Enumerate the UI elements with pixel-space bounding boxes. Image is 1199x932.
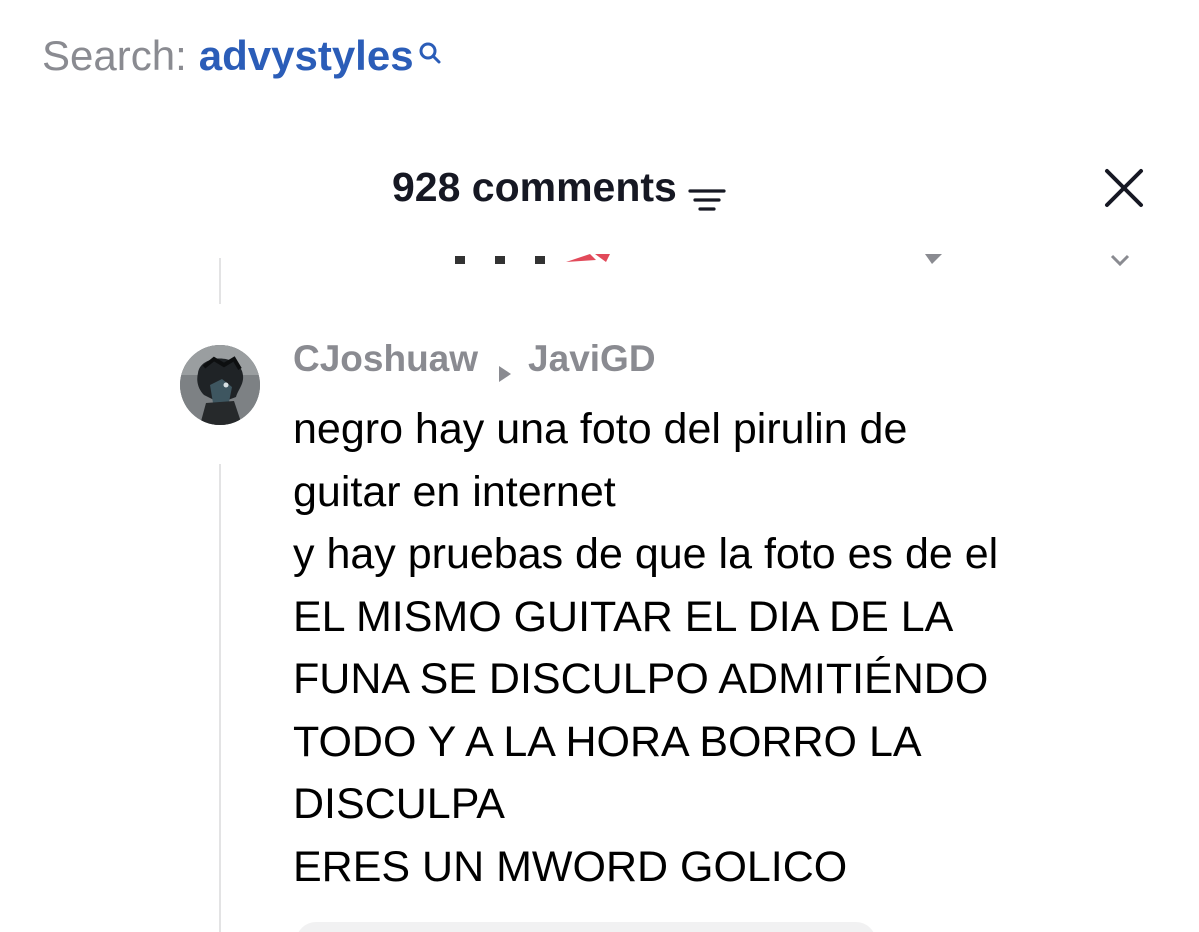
avatar[interactable] [180,345,260,425]
reply-author[interactable]: CJoshuaw [293,336,478,382]
close-icon [1105,169,1143,207]
clipped-content [455,254,1130,266]
close-button[interactable] [1100,164,1148,212]
reply-meta: CJoshuaw JaviGD [293,336,656,382]
clipped-action-pill[interactable] [296,922,876,932]
thread-line [219,464,221,932]
reply-to-user[interactable]: JaviGD [528,336,656,382]
previous-comment-clipped [0,232,1199,266]
comments-count-title[interactable]: 928 comments [392,160,727,214]
sort-filter-icon[interactable] [687,174,727,211]
search-suggestion[interactable]: Search: advystyles [42,30,446,82]
reply-text-line: TODO Y A LA HORA BORRO LA [293,717,922,766]
reply-text-line: EL MISMO GUITAR EL DIA DE LA [293,592,954,641]
search-term-link[interactable]: advystyles [199,30,414,82]
search-label: Search: [42,32,187,79]
reply-arrow-icon [496,349,514,382]
search-icon[interactable] [416,30,446,64]
comments-panel: Search: advystyles 928 comments CJoshuaw… [0,0,1199,932]
reply-text: negro hay una foto del pirulin de guitar… [293,398,1193,898]
reply-text-line: negro hay una foto del pirulin de [293,405,908,453]
reply-text-line: ERES UN MWORD GOLICO [293,842,848,891]
thread-line [219,258,221,304]
comments-count-label: 928 comments [392,164,677,210]
reply-text-line: DISCULPA [293,780,505,828]
reply-text-line: FUNA SE DISCULPO ADMITIÉNDO [293,655,989,703]
reply-text-line: guitar en internet [293,467,616,516]
comments-header: 928 comments [0,160,1199,214]
reply-text-line: y hay pruebas de que la foto es de el [293,530,999,578]
